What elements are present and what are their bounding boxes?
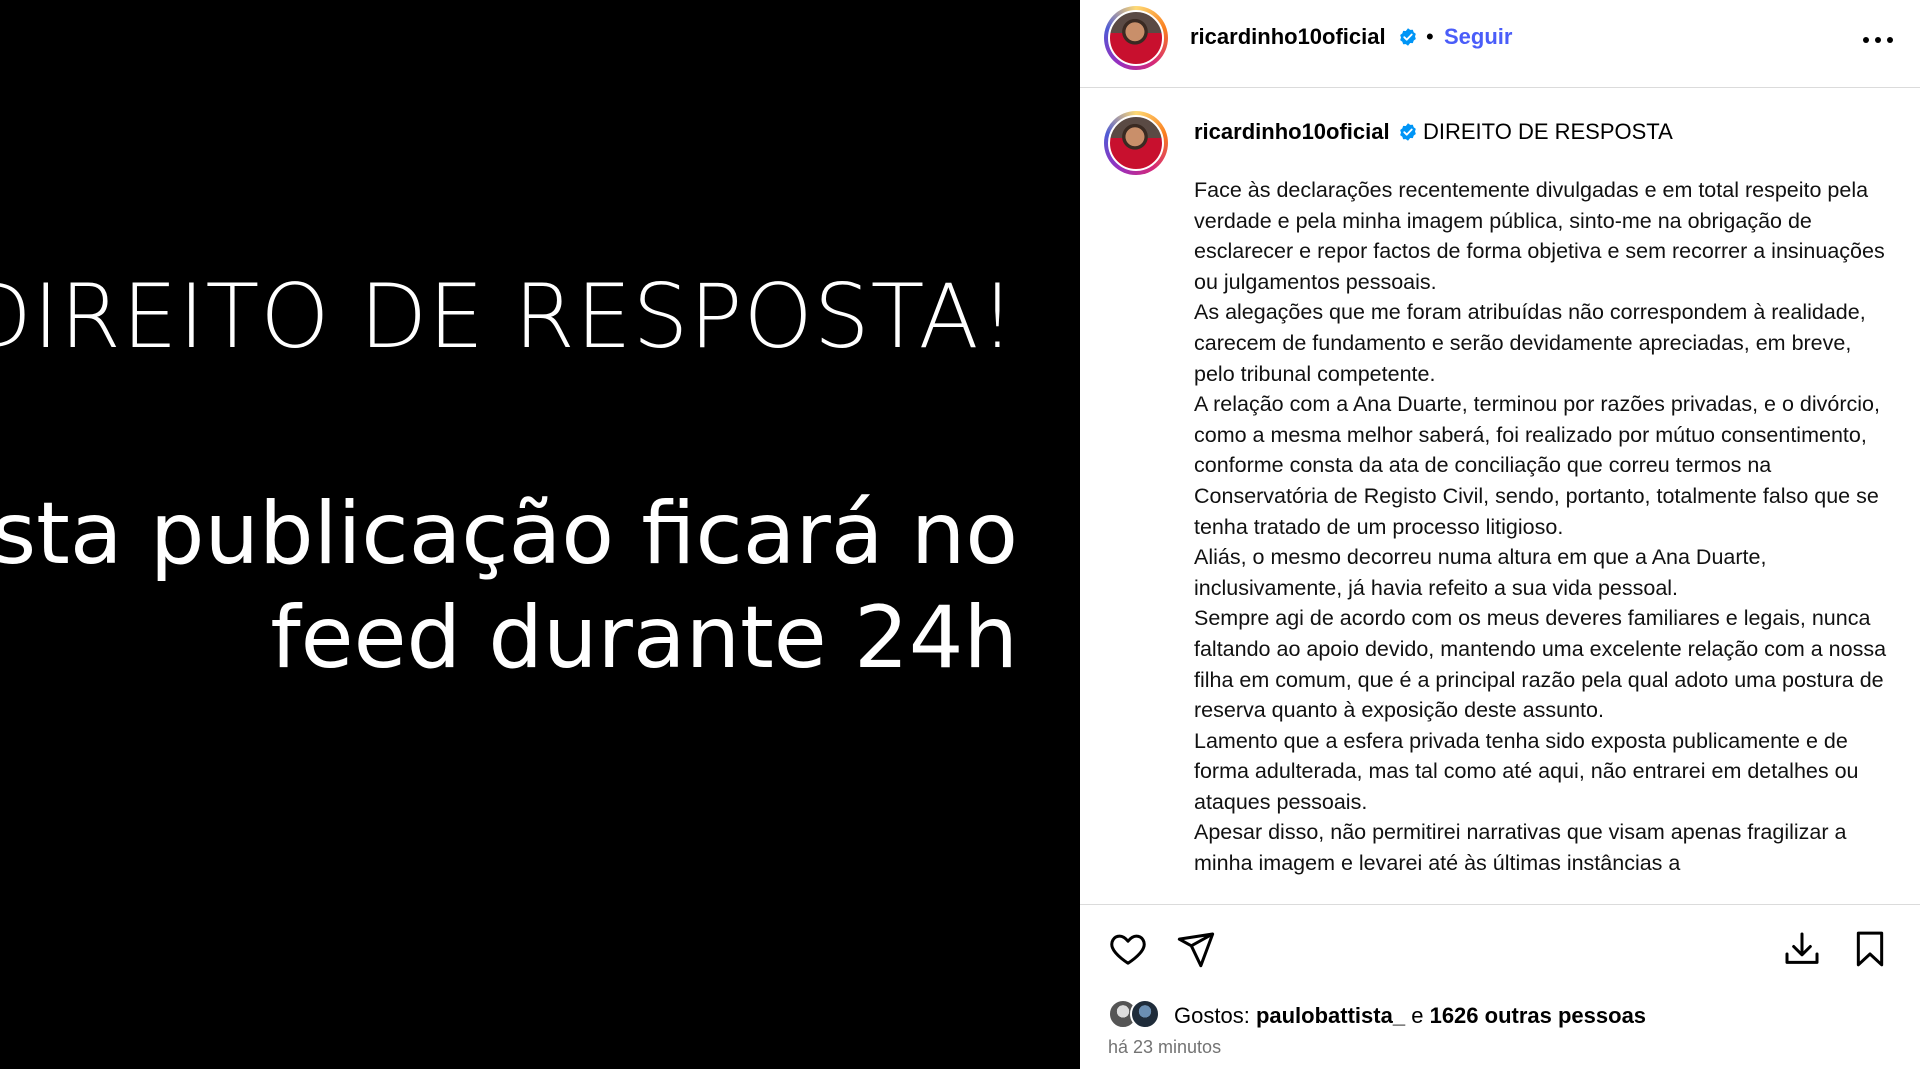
more-options-icon[interactable] <box>1862 36 1894 44</box>
heart-icon[interactable] <box>1108 929 1148 969</box>
liker-avatar[interactable] <box>1130 999 1160 1029</box>
likes-row: Gostos: paulobattista_ e 1626 outras pes… <box>1108 997 1888 1033</box>
caption-username[interactable]: ricardinho10oficial <box>1194 119 1390 145</box>
caption-paragraph: Aliás, o mesmo decorreu numa altura em q… <box>1194 545 1767 600</box>
caption-paragraph: Face às declarações recentemente divulga… <box>1194 178 1885 294</box>
caption-scroll-area[interactable]: ricardinho10oficial DIREITO DE RESPOSTA … <box>1080 89 1920 904</box>
caption-author-avatar-image <box>1108 115 1164 171</box>
likes-summary: Gostos: paulobattista_ e 1626 outras pes… <box>1174 1003 1646 1029</box>
download-icon[interactable] <box>1782 929 1822 969</box>
caption-author-avatar[interactable] <box>1104 111 1168 175</box>
author-avatar-image <box>1108 10 1164 66</box>
verified-badge-icon <box>1400 123 1416 141</box>
caption-paragraph: A relação com a Ana Duarte, terminou por… <box>1194 392 1880 539</box>
post-actions: Gostos: paulobattista_ e 1626 outras pes… <box>1080 904 1920 1069</box>
caption-body: Face às declarações recentemente divulga… <box>1194 175 1894 879</box>
post-timestamp[interactable]: há 23 minutos <box>1108 1037 1221 1058</box>
author-avatar[interactable] <box>1104 6 1168 70</box>
likes-conjunction: e <box>1411 1003 1424 1028</box>
author-username[interactable]: ricardinho10oficial <box>1190 24 1386 50</box>
liker-username[interactable]: paulobattista_ <box>1256 1003 1405 1028</box>
caption-paragraph: Sempre agi de acordo com os meus deveres… <box>1194 606 1887 723</box>
media-subtext-line-1: Esta publicação ficará no <box>0 484 1018 584</box>
caption-paragraph: Apesar disso, não permitirei narrativas … <box>1194 820 1847 876</box>
media-subtext-line-2: feed durante 24h <box>270 588 1018 688</box>
post-panel: ricardinho10oficial • Seguir ricardinho1… <box>1080 0 1920 1069</box>
verified-badge-icon <box>1400 28 1416 46</box>
caption-paragraph: Lamento que a esfera privada tenha sido … <box>1194 728 1859 814</box>
caption-paragraph: As alegações que me foram atribuídas não… <box>1194 300 1866 386</box>
likes-others-link[interactable]: 1626 outras pessoas <box>1430 1003 1646 1028</box>
media-subtext: Esta publicação ficará no feed durante 2… <box>0 482 1018 690</box>
media-headline: DIREITO DE RESPOSTA! <box>0 265 1016 368</box>
post-header: ricardinho10oficial • Seguir <box>1080 0 1920 88</box>
caption-title: DIREITO DE RESPOSTA <box>1423 119 1673 144</box>
share-icon[interactable] <box>1176 929 1216 969</box>
header-separator: • <box>1426 24 1434 49</box>
likes-prefix: Gostos: <box>1174 1003 1250 1028</box>
follow-button[interactable]: Seguir <box>1444 24 1512 50</box>
post-media[interactable]: DIREITO DE RESPOSTA! Esta publicação fic… <box>0 0 1080 1069</box>
bookmark-icon[interactable] <box>1850 929 1890 969</box>
